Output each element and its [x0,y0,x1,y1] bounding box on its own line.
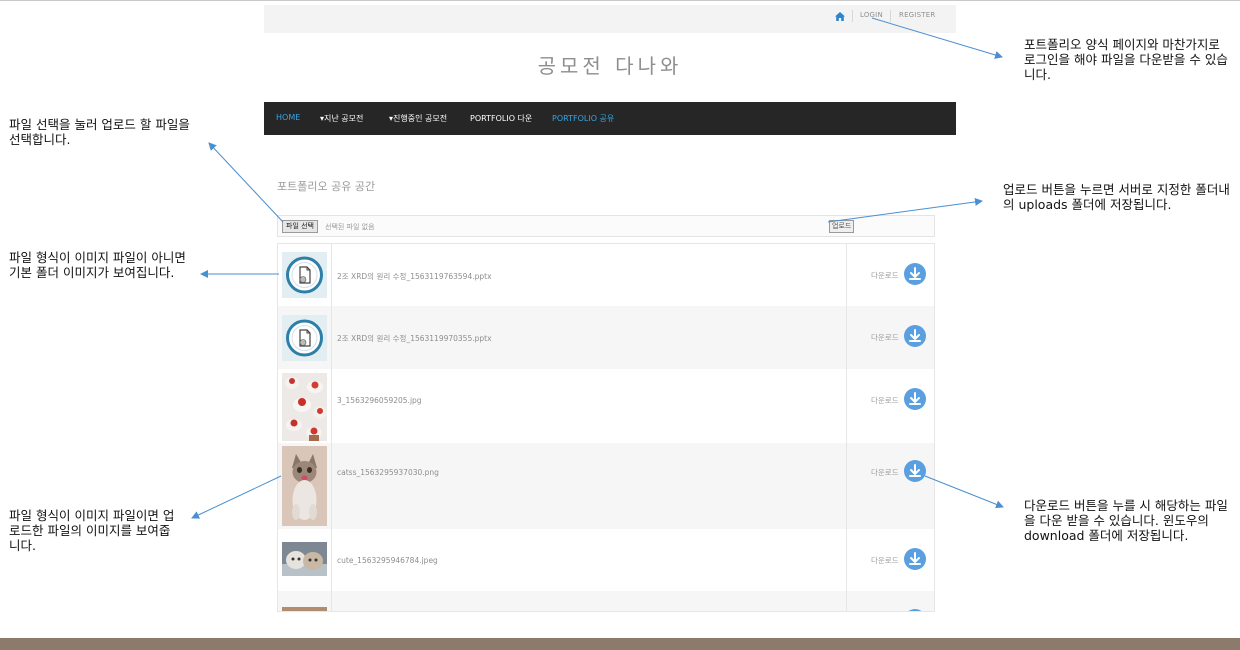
arrow-login [871,17,1003,59]
arrow-file-select [208,142,284,223]
arrow-download [924,475,1004,509]
annotation-arrows [191,17,1004,519]
arrow-upload [827,197,983,223]
bottom-band [0,638,1240,650]
arrow-image-thumb [191,475,282,519]
